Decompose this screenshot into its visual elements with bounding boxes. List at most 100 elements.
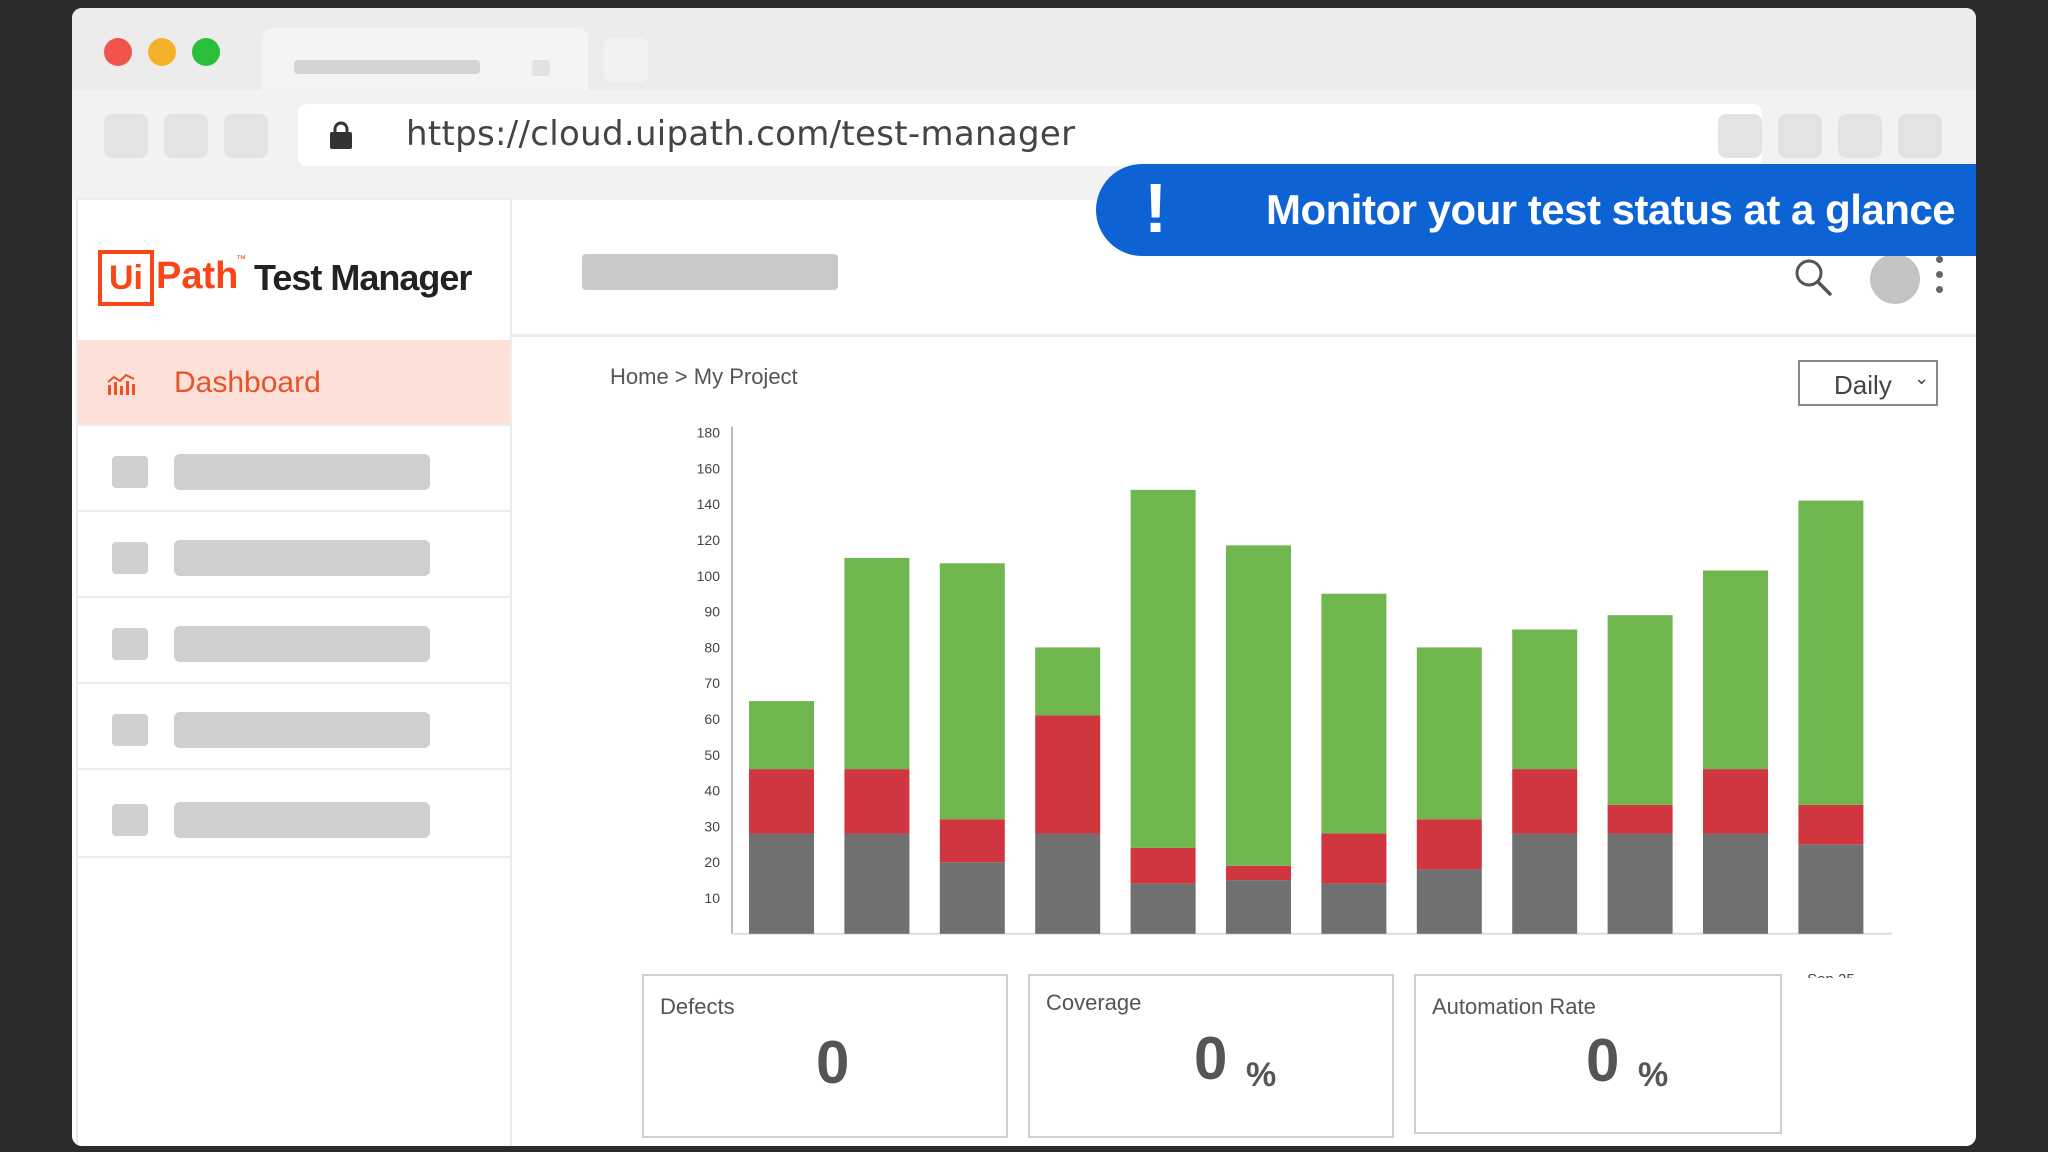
logo-path-text: Path: [156, 255, 239, 297]
bar-segment[interactable]: [1226, 865, 1291, 881]
nav-label-placeholder: [174, 454, 430, 490]
bar-segment[interactable]: [1035, 833, 1101, 934]
bar-segment[interactable]: [1130, 847, 1196, 884]
close-window-button[interactable]: [104, 38, 132, 66]
bar-segment[interactable]: [844, 557, 910, 770]
bar-segment[interactable]: [749, 833, 814, 934]
tab-close-icon[interactable]: [532, 60, 550, 76]
bar-segment[interactable]: [1703, 570, 1768, 770]
bar-segment[interactable]: [1130, 489, 1196, 848]
nav-label-placeholder: [174, 802, 430, 838]
nav-label-placeholder: [174, 712, 430, 748]
y-tick-label: 60: [704, 711, 720, 727]
sidebar-item[interactable]: [78, 424, 510, 510]
sidebar-item[interactable]: [78, 596, 510, 682]
nav-label-placeholder: [174, 540, 430, 576]
lock-icon: [330, 121, 352, 149]
bar-segment[interactable]: [1798, 844, 1864, 934]
automation-rate-card: Automation Rate 0 %: [1414, 974, 1782, 1134]
bar-segment[interactable]: [1703, 833, 1768, 934]
new-tab-button[interactable]: [604, 38, 648, 82]
bar-segment[interactable]: [1607, 833, 1673, 934]
kebab-menu-icon[interactable]: [1936, 256, 1944, 301]
bar-segment[interactable]: [1416, 869, 1482, 934]
bar-segment[interactable]: [749, 769, 814, 834]
sidebar-item-dashboard[interactable]: Dashboard: [78, 340, 510, 424]
period-select[interactable]: Daily ⌄: [1798, 360, 1938, 406]
bar-segment[interactable]: [1798, 804, 1864, 845]
bar-segment[interactable]: [939, 862, 1005, 934]
y-tick-label: 20: [704, 854, 720, 870]
bar-segment[interactable]: [1512, 769, 1578, 834]
avatar[interactable]: [1870, 254, 1920, 304]
bar-segment[interactable]: [939, 563, 1005, 820]
nav-label-placeholder: [174, 626, 430, 662]
bars: [749, 489, 1864, 934]
nav-icon-placeholder: [112, 714, 148, 746]
nav-icon-placeholder: [112, 456, 148, 488]
y-tick-label: 120: [697, 532, 721, 548]
bar-segment[interactable]: [1703, 769, 1768, 834]
bar-segment[interactable]: [1226, 545, 1291, 866]
y-tick-label: 180: [697, 425, 721, 441]
bar-segment[interactable]: [1035, 715, 1101, 834]
breadcrumb[interactable]: Home > My Project: [610, 364, 798, 390]
sidebar-item[interactable]: [78, 682, 510, 768]
callout-banner: ! Monitor your test status at a glance: [1096, 164, 1976, 256]
sidebar-item[interactable]: [78, 768, 510, 858]
card-unit: %: [1638, 1056, 1669, 1094]
bar-segment[interactable]: [1607, 804, 1673, 834]
bar-segment[interactable]: [844, 769, 910, 834]
card-title: Coverage: [1046, 990, 1142, 1015]
y-tick-label: 140: [697, 496, 721, 512]
y-tick-label: 10: [704, 890, 720, 906]
back-button[interactable]: [104, 114, 148, 158]
bar-segment[interactable]: [1607, 615, 1673, 805]
bar-segment[interactable]: [939, 819, 1005, 863]
bar-segment[interactable]: [1512, 629, 1578, 770]
period-select-value: Daily: [1834, 370, 1892, 400]
url-text[interactable]: https://cloud.uipath.com/test-manager: [406, 114, 1075, 154]
y-tick-label: 30: [704, 818, 720, 834]
bar-segment[interactable]: [844, 833, 910, 934]
bar-segment[interactable]: [1035, 647, 1101, 716]
logo-trademark: ™: [236, 254, 246, 265]
product-name: Test Manager: [254, 257, 472, 298]
reload-button[interactable]: [224, 114, 268, 158]
sidebar: Ui Path ™ Test Manager Dashboard: [76, 198, 512, 1146]
toolbar-button-1[interactable]: [1718, 114, 1762, 158]
page-title-placeholder: [582, 254, 838, 290]
y-tick-label: 70: [704, 675, 720, 691]
logo-ui-box: Ui: [98, 250, 154, 306]
maximize-window-button[interactable]: [192, 38, 220, 66]
sidebar-item[interactable]: [78, 510, 510, 596]
y-tick-label: 80: [704, 639, 720, 655]
nav-icon-placeholder: [112, 804, 148, 836]
bar-segment[interactable]: [1226, 880, 1291, 934]
chevron-down-icon: ⌄: [1914, 368, 1930, 388]
bar-segment[interactable]: [1321, 593, 1387, 834]
bar-segment[interactable]: [1416, 819, 1482, 870]
toolbar-button-4[interactable]: [1898, 114, 1942, 158]
card-value: 0: [1194, 1025, 1228, 1092]
callout-text: Monitor your test status at a glance: [1266, 186, 1956, 233]
bar-segment[interactable]: [1321, 883, 1387, 934]
toolbar-button-2[interactable]: [1778, 114, 1822, 158]
bar-segment[interactable]: [1321, 833, 1387, 884]
tab-bar: [72, 8, 1976, 94]
bar-segment[interactable]: [749, 701, 814, 770]
browser-tab[interactable]: [262, 28, 588, 94]
forward-button[interactable]: [164, 114, 208, 158]
bar-segment[interactable]: [1798, 500, 1864, 805]
bar-segment[interactable]: [1512, 833, 1578, 934]
sidebar-item-label: Dashboard: [174, 366, 321, 399]
minimize-window-button[interactable]: [148, 38, 176, 66]
coverage-card: Coverage 0 %: [1028, 974, 1394, 1138]
nav-icon-placeholder: [112, 542, 148, 574]
bar-segment[interactable]: [1130, 883, 1196, 934]
bar-segment[interactable]: [1416, 647, 1482, 820]
toolbar-button-3[interactable]: [1838, 114, 1882, 158]
tab-title-placeholder: [294, 60, 480, 74]
search-icon[interactable]: [1794, 258, 1832, 296]
address-bar[interactable]: https://cloud.uipath.com/test-manager: [298, 104, 1762, 166]
